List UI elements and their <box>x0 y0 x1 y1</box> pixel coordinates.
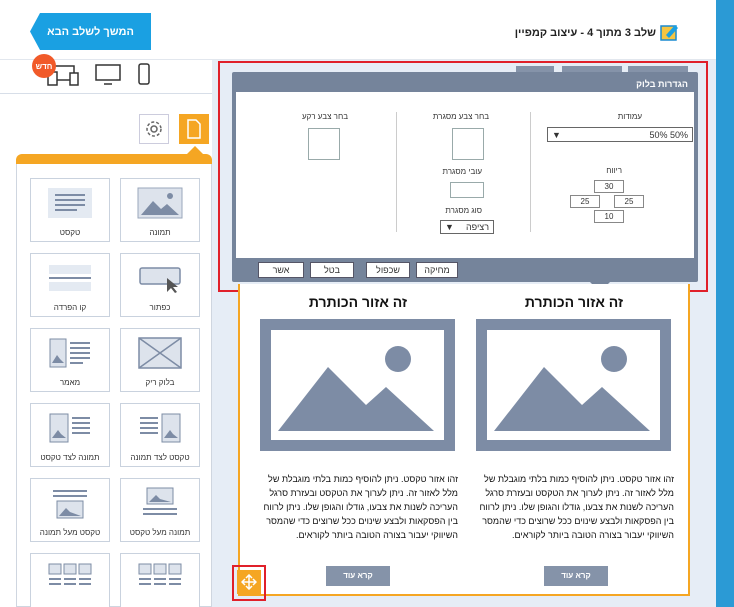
column-text[interactable]: זהו אזור טקסט. ניתן להוסיף כמות בלתי מוג… <box>474 472 674 542</box>
read-more-button[interactable]: קרא עוד <box>544 566 608 586</box>
highlight-settings <box>218 61 708 292</box>
text-beside-image-icon <box>140 413 181 443</box>
block-text[interactable]: טקסט <box>30 178 110 242</box>
sidebar-divider <box>0 93 212 94</box>
image-placeholder[interactable] <box>476 319 671 451</box>
palette-header-bar <box>16 154 212 164</box>
column-title[interactable]: זה אזור הכותרת <box>258 294 458 310</box>
highlight-move-handle <box>232 565 266 601</box>
divider-icon <box>49 265 91 291</box>
step-indicator: שלב 3 מתוך 4 - עיצוב קמפיין <box>514 27 656 39</box>
article-icon <box>49 338 90 368</box>
next-step-button[interactable]: המשך לשלב הבא <box>30 13 151 50</box>
text-icon <box>48 188 92 218</box>
image-above-text-icon <box>143 487 177 515</box>
settings-gear-button[interactable] <box>139 114 169 144</box>
image-icon <box>494 346 650 431</box>
palette-notch <box>187 146 203 154</box>
block-empty[interactable]: בלוק ריק <box>120 328 200 392</box>
block-text-above-image[interactable]: טקסט מעל תמונה <box>30 478 110 542</box>
block-button[interactable]: כפתור <box>120 253 200 317</box>
read-more-button[interactable]: קרא עוד <box>326 566 390 586</box>
document-icon <box>187 119 201 139</box>
image-placeholder[interactable] <box>260 319 455 451</box>
block-gallery-a[interactable] <box>120 553 200 607</box>
column-text[interactable]: זהו אזור טקסט. ניתן להוסיף כמות בלתי מוג… <box>258 472 458 542</box>
right-scroll-strip <box>716 0 734 607</box>
block-image-beside-text[interactable]: תמונה לצד טקסט <box>30 403 110 467</box>
blocks-palette: תמונה טקסט כפתור קו הפרדה בלוק ריק מאמר … <box>16 164 212 607</box>
block-image[interactable]: תמונה <box>120 178 200 242</box>
new-badge: חדש <box>32 54 56 78</box>
mobile-icon[interactable] <box>137 63 151 90</box>
top-bar: המשך לשלב הבא שלב 3 מתוך 4 - עיצוב קמפיי… <box>0 0 716 60</box>
block-gallery-b[interactable] <box>30 553 110 607</box>
block-image-above-text[interactable]: תמונה מעל טקסט <box>120 478 200 542</box>
image-icon <box>137 187 183 219</box>
edit-design-icon <box>660 22 680 42</box>
blocks-doc-button[interactable] <box>179 114 209 144</box>
button-icon <box>139 267 181 293</box>
text-above-image-icon <box>53 490 87 519</box>
block-divider[interactable]: קו הפרדה <box>30 253 110 317</box>
column-title[interactable]: זה אזור הכותרת <box>474 294 674 310</box>
image-icon <box>278 346 434 431</box>
content-block[interactable]: זה אזור הכותרת זהו אזור טקסט. ניתן להוסי… <box>238 284 690 596</box>
desktop-icon[interactable] <box>94 63 122 92</box>
gallery-icon <box>138 563 182 585</box>
image-beside-text-icon <box>49 413 90 443</box>
gear-icon <box>146 121 162 137</box>
block-article[interactable]: מאמר <box>30 328 110 392</box>
empty-block-icon <box>138 337 182 369</box>
block-text-beside-image[interactable]: טקסט לצד תמונה <box>120 403 200 467</box>
gallery-icon <box>48 563 92 585</box>
